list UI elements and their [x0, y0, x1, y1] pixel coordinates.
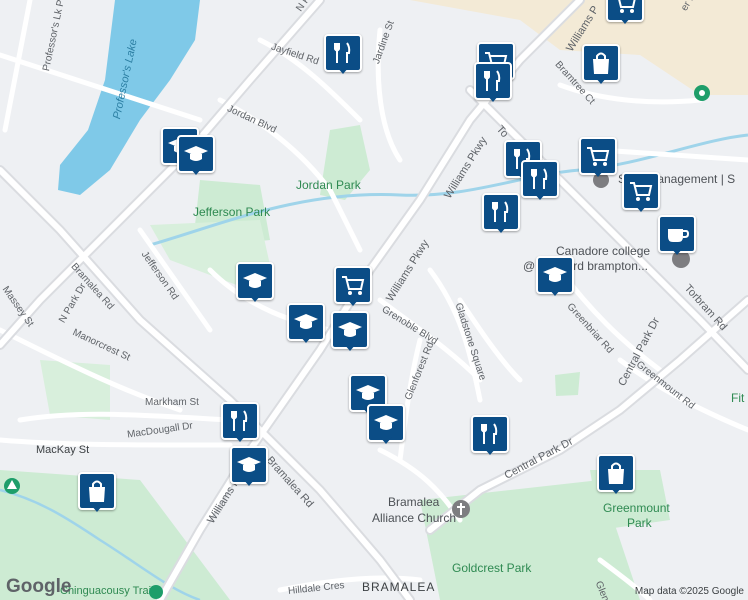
shopping-cart-icon: [587, 147, 610, 166]
street-label-markham-st: Markham St: [145, 397, 199, 408]
map-marker-store[interactable]: [582, 44, 620, 84]
map-marker-school[interactable]: [230, 446, 268, 486]
fork-knife-icon: [231, 410, 248, 431]
map-marker-school[interactable]: [177, 135, 215, 175]
map-marker-restaurant[interactable]: [521, 160, 559, 200]
map-marker-school[interactable]: [236, 262, 274, 302]
map-marker-shopping[interactable]: [334, 266, 372, 306]
map-marker-restaurant[interactable]: [221, 402, 259, 442]
map-attribution: Map data ©2025 Google: [634, 586, 744, 597]
fork-knife-icon: [484, 70, 501, 91]
shopping-cart-icon: [342, 276, 365, 295]
poi-label-alliance-line1[interactable]: Bramalea: [388, 496, 439, 508]
poi-label-alliance-line2[interactable]: Alliance Church: [372, 512, 456, 524]
shopping-cart-icon: [618, 0, 636, 13]
shopping-cart-icon: [630, 182, 653, 201]
graduation-cap-icon: [243, 273, 267, 288]
graduation-cap-icon: [543, 267, 567, 282]
map-marker-school[interactable]: [536, 256, 574, 296]
fork-knife-icon: [334, 42, 351, 63]
graduation-cap-icon: [294, 314, 318, 329]
park-label-jefferson-park: Jefferson Park: [193, 205, 271, 219]
graduation-cap-icon: [237, 457, 261, 472]
park-label-jordan-park: Jordan Park: [296, 178, 361, 192]
map-marker-school[interactable]: [287, 303, 325, 343]
area-label-bramalea: BRAMALEA: [362, 580, 436, 594]
poi-label-fit: Fit: [731, 391, 745, 405]
shopping-bag-icon: [89, 480, 105, 502]
map-marker-cafe[interactable]: [658, 215, 696, 255]
pocket-park: [555, 372, 580, 396]
fork-knife-icon: [531, 168, 548, 189]
fork-knife-icon: [492, 201, 509, 222]
map-marker-store[interactable]: [597, 454, 635, 494]
map-marker-school[interactable]: [367, 404, 405, 444]
fork-knife-icon: [481, 423, 498, 444]
graduation-cap-icon: [184, 146, 208, 161]
google-logo: Google: [6, 576, 72, 597]
park-label-greenmount-line2: Park: [627, 516, 652, 530]
map-marker-school[interactable]: [331, 311, 369, 351]
park-label-greenmount-line1: Greenmount: [603, 501, 670, 515]
street-label-mackay-st: MacKay St: [36, 444, 90, 456]
map-marker-shopping[interactable]: [606, 0, 644, 24]
coffee-cup-icon: [668, 229, 690, 242]
park-label-goldcrest-park: Goldcrest Park: [452, 561, 532, 575]
map-marker-restaurant[interactable]: [324, 34, 362, 74]
map-marker-restaurant[interactable]: [474, 62, 512, 102]
shopping-bag-icon: [608, 462, 624, 484]
shopping-bag-icon: [593, 52, 609, 74]
graduation-cap-icon: [338, 322, 362, 337]
map-marker-store[interactable]: [78, 472, 116, 512]
map-view[interactable]: Professor's Lk Pkwy Professor's Lake N P…: [0, 0, 748, 600]
map-marker-shopping[interactable]: [579, 137, 617, 177]
graduation-cap-icon: [374, 415, 398, 430]
park-label-chinguacousy-trail: Chinguacousy Trail: [60, 585, 154, 597]
map-marker-restaurant[interactable]: [471, 415, 509, 455]
graduation-cap-icon: [356, 385, 380, 400]
map-marker-restaurant[interactable]: [482, 193, 520, 233]
map-marker-shopping[interactable]: [622, 172, 660, 212]
